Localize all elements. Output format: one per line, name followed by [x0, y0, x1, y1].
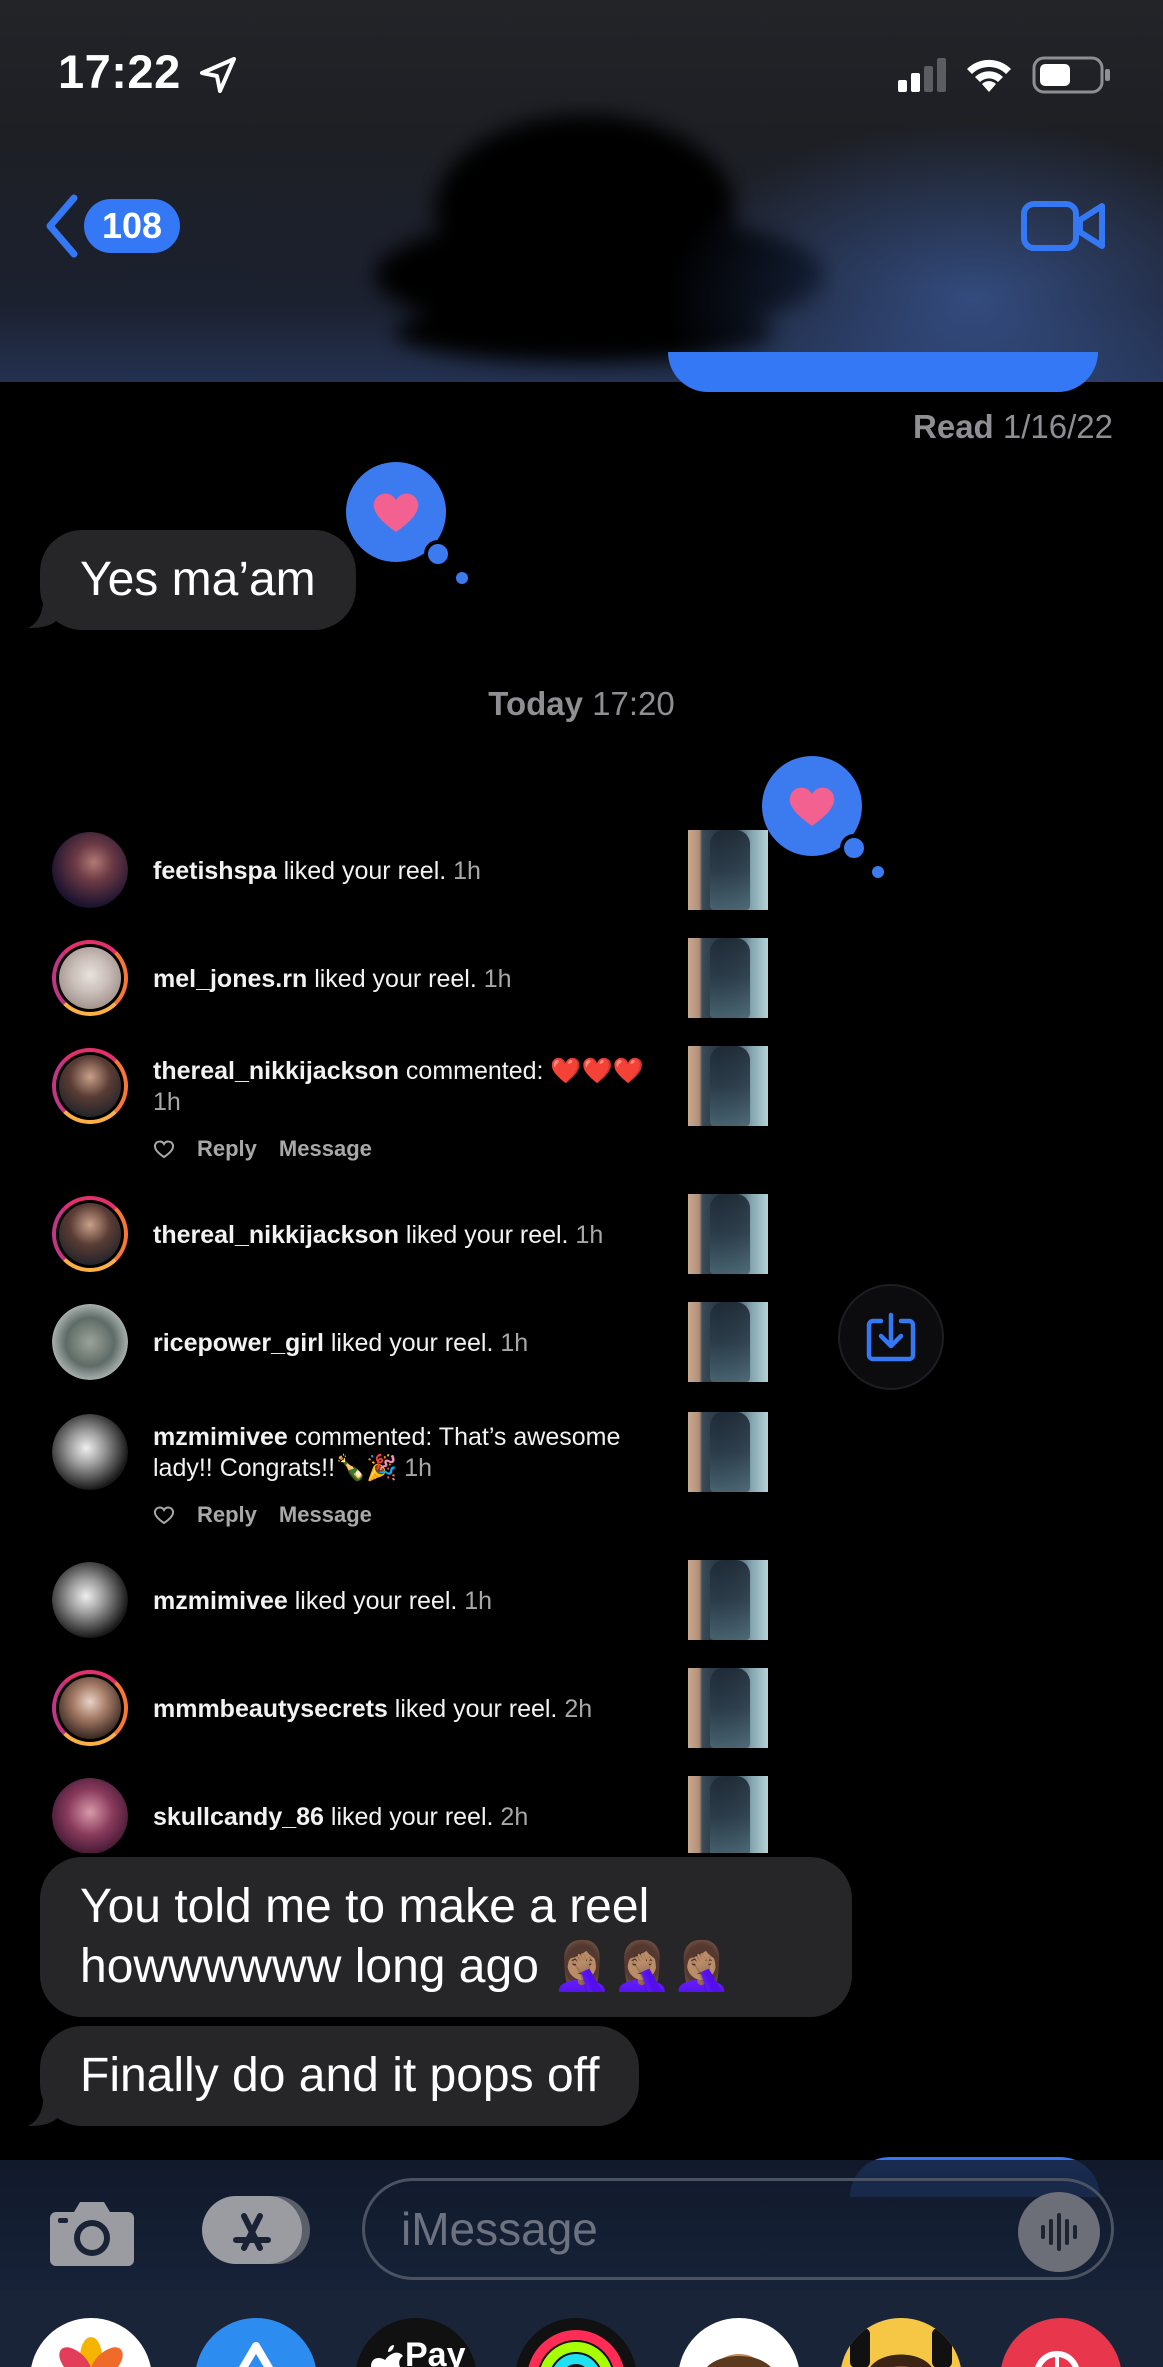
- message-link[interactable]: Message: [279, 1136, 372, 1162]
- user-avatar: [52, 1778, 128, 1853]
- message-text: You told me to make a reel howwwwww long…: [80, 1880, 732, 1993]
- message-input-bar: [0, 2160, 1163, 2290]
- heart-reaction-badge: [762, 756, 884, 878]
- save-attachment-button[interactable]: [838, 1284, 944, 1390]
- image-attachment[interactable]: feetishspa liked your reel. 1h mel_jones…: [38, 818, 778, 1853]
- message-text: Yes ma’am: [80, 553, 316, 606]
- read-receipt-date: 1/16/22: [1002, 408, 1113, 445]
- camera-icon[interactable]: [46, 2196, 138, 2268]
- unread-count-badge: 108: [84, 199, 181, 253]
- reaction-tail-dot: [840, 834, 868, 862]
- memoji-stickers-icon[interactable]: [840, 2318, 962, 2367]
- conversation-timestamp: Today 17:20: [0, 685, 1163, 723]
- notification-text: skullcandy_86 liked your reel. 2h: [153, 1803, 529, 1831]
- notification-text: mel_jones.rn liked your reel. 1h: [153, 965, 512, 993]
- bubble-tail: [28, 2088, 60, 2126]
- chevron-left-icon: [46, 194, 78, 258]
- reply-link[interactable]: Reply: [197, 1502, 257, 1528]
- user-avatar: [52, 1414, 128, 1490]
- comment-actions: Reply Message: [153, 1136, 372, 1162]
- apple-pay-icon[interactable]: Pay: [355, 2318, 477, 2367]
- video-camera-icon[interactable]: [1020, 198, 1106, 254]
- reel-thumbnail: [688, 1302, 768, 1382]
- reel-thumbnail: [688, 938, 768, 1018]
- cellular-signal-icon: [898, 58, 946, 92]
- user-avatar: [52, 1196, 128, 1272]
- received-message-bubble[interactable]: Finally do and it pops off: [40, 2026, 640, 2126]
- reel-thumbnail: [688, 1776, 768, 1853]
- fitness-icon[interactable]: [515, 2318, 637, 2367]
- user-avatar: [52, 1562, 128, 1638]
- conversation-header: 17:22 108: [0, 0, 1163, 382]
- read-receipt-label: Read: [913, 408, 994, 445]
- user-avatar: [52, 1304, 128, 1380]
- reel-thumbnail: [688, 1560, 768, 1640]
- reaction-tail-dot-small: [872, 866, 884, 878]
- user-avatar: [52, 940, 128, 1016]
- contact-avatar[interactable]: [355, 100, 835, 380]
- reaction-tail-dot-small: [456, 572, 468, 584]
- bubble-tail: [28, 590, 60, 628]
- reel-thumbnail: [688, 830, 768, 910]
- photos-app-icon[interactable]: [30, 2318, 152, 2367]
- waveform-icon: [1041, 2213, 1077, 2251]
- heart-outline-icon[interactable]: [153, 1505, 175, 1525]
- location-arrow-icon: [200, 57, 236, 93]
- imessage-app-drawer: Pay: [0, 2290, 1163, 2367]
- received-message-bubble[interactable]: Yes ma’am: [40, 530, 356, 630]
- apple-pay-label: Pay: [405, 2336, 466, 2367]
- reply-link[interactable]: Reply: [197, 1136, 257, 1162]
- search-images-icon[interactable]: [1000, 2318, 1122, 2367]
- previous-sent-message-bubble[interactable]: [668, 352, 1098, 392]
- status-time: 17:22: [58, 45, 181, 98]
- battery-icon: [1032, 56, 1110, 94]
- notification-text: mzmimivee commented: That’s awesome lady…: [153, 1423, 621, 1482]
- reel-thumbnail: [688, 1194, 768, 1274]
- heart-outline-icon[interactable]: [153, 1139, 175, 1159]
- heart-icon: [373, 493, 419, 532]
- imessage-input[interactable]: [362, 2178, 1114, 2280]
- timestamp-day: Today: [488, 685, 583, 722]
- app-store-apps-icon[interactable]: [200, 2194, 312, 2266]
- wifi-icon: [967, 59, 1011, 92]
- user-avatar: [52, 1670, 128, 1746]
- user-avatar: [52, 1048, 128, 1124]
- comment-actions: Reply Message: [153, 1502, 372, 1528]
- notification-text: feetishspa liked your reel. 1h: [153, 857, 481, 885]
- reel-thumbnail: [688, 1412, 768, 1492]
- notification-text: thereal_nikkijackson liked your reel. 1h: [153, 1221, 604, 1249]
- heart-icon: [789, 787, 835, 826]
- user-avatar: [52, 832, 128, 908]
- timestamp-time: 17:20: [592, 685, 675, 722]
- reel-thumbnail: [688, 1668, 768, 1748]
- reaction-tail-dot: [424, 540, 452, 568]
- back-button[interactable]: 108: [40, 192, 181, 260]
- notification-text: mzmimivee liked your reel. 1h: [153, 1587, 493, 1615]
- received-message-bubble[interactable]: You told me to make a reel howwwwww long…: [40, 1857, 852, 2017]
- notification-text: thereal_nikkijackson commented: ❤️❤️❤️ 1…: [153, 1057, 644, 1116]
- read-receipt: Read 1/16/22: [913, 408, 1113, 446]
- message-text: Finally do and it pops off: [80, 2049, 600, 2102]
- memoji-icon[interactable]: [678, 2318, 800, 2367]
- reel-thumbnail: [688, 1046, 768, 1126]
- app-store-icon[interactable]: [195, 2318, 317, 2367]
- download-icon: [866, 1312, 916, 1362]
- notification-text: ricepower_girl liked your reel. 1h: [153, 1329, 529, 1357]
- notification-text: mmmbeautysecrets liked your reel. 2h: [153, 1695, 593, 1723]
- message-link[interactable]: Message: [279, 1502, 372, 1528]
- audio-message-button[interactable]: [1018, 2192, 1100, 2272]
- heart-reaction-badge: [346, 462, 468, 584]
